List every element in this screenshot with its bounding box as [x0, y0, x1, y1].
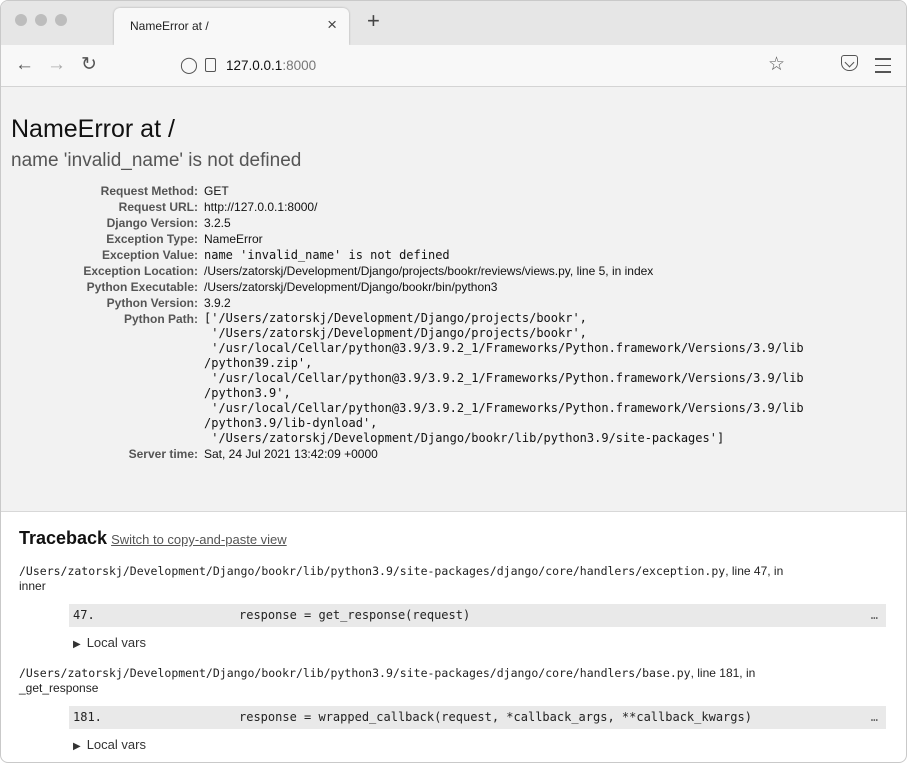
meta-row: Request Method: GET [29, 183, 804, 199]
tab-active[interactable]: NameError at / × [114, 8, 349, 45]
frame-file-path: /Users/zatorskj/Development/Django/bookr… [19, 564, 890, 594]
traceback-section: Traceback Switch to copy-and-paste view /… [1, 513, 906, 755]
python-path-line: /python39.zip', [204, 356, 313, 370]
url-port: :8000 [282, 58, 317, 73]
python-path-line: '/Users/zatorskj/Development/Django/book… [204, 431, 725, 445]
meta-value: 3.2.5 [204, 216, 231, 230]
traceback-title: Traceback [19, 528, 108, 548]
meta-label: Request URL: [118, 200, 198, 214]
frame-location: , line 181, in [690, 666, 756, 680]
navigation-toolbar: ← → ↻ ◯ 127.0.0.1:8000 ☆ [1, 45, 906, 87]
code-line: response = get_response(request) [239, 608, 471, 622]
shield-icon[interactable]: ◯ [180, 55, 198, 75]
meta-label: Python Path: [124, 312, 198, 326]
meta-label: Django Version: [106, 216, 198, 230]
close-window-button[interactable] [15, 14, 27, 26]
context-line[interactable]: 181. response = wrapped_callback(request… [69, 706, 886, 729]
expand-context-button[interactable]: … [871, 604, 878, 627]
pocket-icon[interactable] [841, 55, 858, 71]
hamburger-menu-icon[interactable] [875, 58, 891, 78]
meta-label: Server time: [128, 447, 198, 461]
page-title: NameError at / [11, 115, 175, 143]
tab-strip: NameError at / × + [1, 1, 906, 45]
code-line: response = wrapped_callback(request, *ca… [239, 710, 752, 724]
frame-file-path: /Users/zatorskj/Development/Django/bookr… [19, 666, 890, 696]
meta-value: /Users/zatorskj/Development/Django/bookr… [204, 280, 498, 294]
url-text[interactable]: 127.0.0.1:8000 [226, 58, 316, 73]
meta-row: Exception Value: name 'invalid_name' is n… [29, 247, 804, 263]
zoom-window-button[interactable] [55, 14, 67, 26]
context-line[interactable]: 47. response = get_response(request) … [69, 604, 886, 627]
frame-filename: /Users/zatorskj/Development/Django/bookr… [19, 564, 726, 578]
python-path-line: ['/Users/zatorskj/Development/Django/pro… [204, 311, 587, 325]
meta-row: Django Version: 3.2.5 [29, 215, 804, 231]
traceback-heading: Traceback Switch to copy-and-paste view [19, 527, 890, 551]
meta-row: Request URL: http://127.0.0.1:8000/ [29, 199, 804, 215]
meta-label: Python Version: [106, 296, 198, 310]
meta-row: Exception Location: /Users/zatorskj/Devel… [29, 263, 804, 279]
line-number: 181. [73, 710, 102, 724]
frame-location: , line 47, in [725, 564, 784, 578]
minimize-window-button[interactable] [35, 14, 47, 26]
python-path-line: /python3.9', [204, 386, 291, 400]
meta-label: Request Method: [100, 184, 198, 198]
frame-filename: /Users/zatorskj/Development/Django/bookr… [19, 666, 691, 680]
reload-icon[interactable]: ↻ [81, 54, 97, 76]
python-path-line: '/usr/local/Cellar/python@3.9/3.9.2_1/Fr… [204, 341, 804, 355]
meta-row: Python Path: ['/Users/zatorskj/Developme… [29, 311, 804, 446]
python-path-line: '/usr/local/Cellar/python@3.9/3.9.2_1/Fr… [204, 371, 804, 385]
expand-context-button[interactable]: … [871, 706, 878, 729]
meta-value: NameError [204, 232, 263, 246]
frame-function: inner [19, 579, 46, 593]
new-tab-button[interactable]: + [367, 10, 380, 32]
url-host: 127.0.0.1 [226, 58, 283, 73]
meta-value: /Users/zatorskj/Development/Django/proje… [204, 264, 654, 278]
meta-value: name 'invalid_name' is not defined [204, 248, 450, 262]
meta-value: GET [204, 184, 229, 198]
meta-row: Server time: Sat, 24 Jul 2021 13:42:09 +0… [29, 446, 804, 462]
switch-view-link[interactable]: Switch to copy-and-paste view [111, 532, 287, 547]
local-vars-label: Local vars [86, 737, 146, 752]
bookmark-star-icon[interactable]: ☆ [768, 53, 785, 76]
meta-row: Python Version: 3.9.2 [29, 295, 804, 311]
local-vars-label: Local vars [86, 635, 146, 650]
meta-row: Exception Type: NameError [29, 231, 804, 247]
error-message: name 'invalid_name' is not defined [11, 150, 302, 171]
meta-label: Exception Value: [101, 248, 198, 262]
page-icon[interactable] [205, 58, 216, 72]
local-vars-toggle[interactable]: ▶ Local vars [73, 635, 890, 653]
browser-window: NameError at / × + ← → ↻ ◯ 127.0.0.1:800… [0, 0, 907, 763]
meta-label: Exception Location: [83, 264, 198, 278]
tab-close-icon[interactable]: × [327, 15, 337, 35]
meta-value: Sat, 24 Jul 2021 13:42:09 +0000 [204, 447, 378, 461]
local-vars-toggle[interactable]: ▶ Local vars [73, 737, 890, 755]
meta-value: 3.9.2 [204, 296, 231, 310]
meta-row: Python Executable: /Users/zatorskj/Develo… [29, 279, 804, 295]
frame-function: _get_response [19, 681, 99, 695]
meta-label: Exception Type: [106, 232, 198, 246]
forward-arrow-icon[interactable]: → [47, 54, 66, 76]
tab-title: NameError at / [130, 19, 209, 33]
error-summary: NameError at / name 'invalid_name' is no… [1, 87, 906, 512]
meta-label: Python Executable: [86, 280, 198, 294]
disclosure-triangle-icon: ▶ [73, 639, 81, 650]
back-arrow-icon[interactable]: ← [15, 54, 34, 76]
python-path-value: ['/Users/zatorskj/Development/Django/pro… [204, 311, 804, 446]
python-path-line: '/Users/zatorskj/Development/Django/proj… [204, 326, 587, 340]
line-number: 47. [73, 608, 95, 622]
request-meta-table: Request Method: GET Request URL: http://12… [29, 183, 804, 462]
disclosure-triangle-icon: ▶ [73, 741, 81, 752]
python-path-line: '/usr/local/Cellar/python@3.9/3.9.2_1/Fr… [204, 401, 804, 415]
address-bar[interactable]: ◯ 127.0.0.1:8000 ☆ [167, 52, 813, 80]
python-path-line: /python3.9/lib-dynload', [204, 416, 378, 430]
meta-value: http://127.0.0.1:8000/ [204, 200, 318, 214]
